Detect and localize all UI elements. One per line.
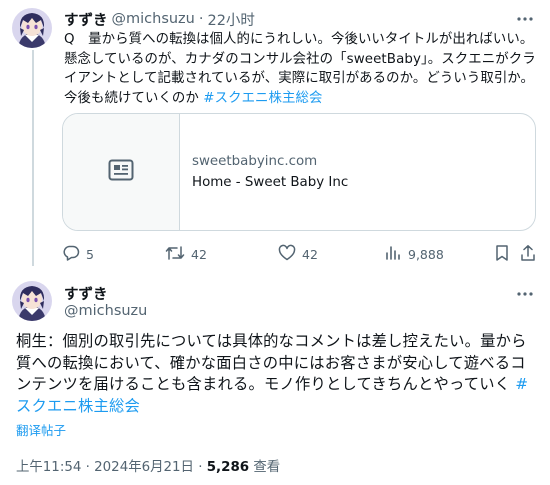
tweet-text: Q 量から質への転換は個人的にうれしい。今後いいタイトルが出ればいい。懸念してい… [64,30,536,108]
display-name[interactable]: すずき [64,283,108,304]
separator-dot: · [198,11,204,27]
tweet-actions: 5 42 42 9,888 [62,244,536,264]
bookmark-button[interactable] [494,244,510,264]
like-count: 42 [302,246,318,262]
retweet-count: 42 [191,246,207,262]
share-icon [520,244,536,265]
thread-connector-line [32,50,34,266]
views-button[interactable]: 9,888 [384,244,444,264]
article-icon [108,159,134,185]
tweet-text: 桐生：個別の取引先については具体的なコメントは差し控えたい。量から質への転換にお… [16,331,540,417]
reply-count: 5 [86,246,94,262]
views-label: 查看 [249,460,281,475]
bookmark-icon [494,244,510,265]
user-handle[interactable]: @michsuzu [64,303,147,319]
link-card-domain: sweetbabyinc.com [192,154,318,169]
tweet-header: すずき @michsuzu · 22小时 [64,9,255,29]
link-card[interactable]: sweetbabyinc.com Home - Sweet Baby Inc [62,113,536,231]
reply-icon [62,244,80,265]
reply-button[interactable]: 5 [62,244,94,264]
hashtag-link[interactable]: #スクエニ株主総会 [203,91,322,106]
link-card-body: sweetbabyinc.com Home - Sweet Baby Inc [180,114,348,230]
avatar[interactable] [12,8,52,48]
retweet-icon [165,244,185,265]
display-name[interactable]: すずき [64,9,108,30]
avatar[interactable] [12,281,52,321]
link-card-title: Home - Sweet Baby Inc [192,175,349,190]
bar-chart-icon [384,244,402,265]
more-horizontal-icon[interactable] [514,284,536,304]
translate-post-link[interactable]: 翻译帖子 [16,420,66,439]
views-count: 5,286 [206,460,250,475]
user-handle[interactable]: @michsuzu [112,11,195,27]
post-time[interactable]: 22小时 [207,9,254,30]
like-button[interactable]: 42 [278,244,318,264]
tweet-body: 桐生：個別の取引先については具体的なコメントは差し控えたい。量から質への転換にお… [16,332,527,393]
retweet-button[interactable]: 42 [165,244,207,264]
post-timestamp[interactable]: 上午11:54 · 2024年6月21日 · [16,460,207,475]
link-card-thumbnail [63,114,180,230]
more-horizontal-icon[interactable] [514,9,536,29]
heart-icon [278,244,296,265]
share-button[interactable] [520,244,536,264]
post-metadata: 上午11:54 · 2024年6月21日 · 5,286 查看 [16,455,280,475]
views-count: 9,888 [408,246,444,262]
